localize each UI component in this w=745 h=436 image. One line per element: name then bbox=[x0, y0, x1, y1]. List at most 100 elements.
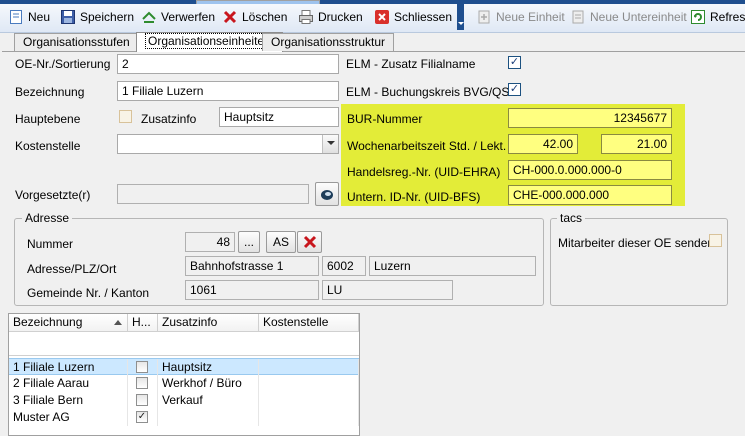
new-unit-icon bbox=[476, 9, 492, 25]
vorgesetzte-input[interactable] bbox=[117, 184, 309, 204]
row-checkbox[interactable]: ✓ bbox=[136, 411, 148, 423]
tab-organisationseinheiten[interactable]: Organisationseinheiten bbox=[136, 32, 283, 52]
table-row[interactable]: Muster AG ✓ bbox=[9, 409, 359, 426]
new-document-icon bbox=[8, 9, 24, 25]
print-label: Drucken bbox=[318, 10, 363, 24]
discard-button[interactable]: Verwerfen bbox=[141, 6, 215, 28]
tab-organisationsstruktur[interactable]: Organisationsstruktur bbox=[262, 33, 395, 51]
chevron-down-icon bbox=[327, 141, 335, 145]
new-label: Neu bbox=[28, 10, 51, 24]
nummer-browse-button[interactable]: ... bbox=[238, 231, 260, 253]
cell-kostenstelle bbox=[259, 392, 359, 409]
delete-x-icon bbox=[222, 9, 238, 25]
new-unit-label: Neue Einheit bbox=[496, 10, 565, 24]
table-row[interactable]: 1 Filiale Luzern Hauptsitz bbox=[9, 358, 359, 376]
close-label: Schliessen bbox=[394, 10, 453, 24]
strasse-input[interactable]: Bahnhofstrasse 1 bbox=[185, 256, 319, 276]
close-button[interactable]: Schliessen bbox=[374, 6, 452, 28]
nummer-input[interactable]: 48 bbox=[185, 232, 235, 252]
ort-input[interactable]: Luzern bbox=[369, 256, 536, 276]
wochen-std-input[interactable]: 42.00 bbox=[508, 134, 578, 154]
tab-label: Organisationsstruktur bbox=[271, 35, 386, 49]
new-unit-button[interactable]: Neue Einheit bbox=[476, 6, 565, 28]
oe-nr-input[interactable]: 2 bbox=[117, 54, 339, 74]
cell-bezeichnung: Muster AG bbox=[9, 409, 128, 426]
cell-zusatzinfo bbox=[158, 409, 259, 426]
cell-zusatzinfo: Werkhof / Büro bbox=[158, 375, 259, 392]
row-checkbox[interactable] bbox=[136, 361, 148, 373]
cell-zusatzinfo: Verkauf bbox=[158, 392, 259, 409]
toolbar-overflow-grip[interactable] bbox=[457, 4, 464, 30]
lookup-eye-icon bbox=[321, 190, 333, 200]
plz-input[interactable]: 6002 bbox=[322, 256, 366, 276]
grid-header-hauptebene[interactable]: H... bbox=[128, 314, 158, 332]
tab-organisationsstufen[interactable]: Organisationsstufen bbox=[14, 33, 139, 51]
adresse-title: Adresse bbox=[22, 211, 73, 225]
tacs-send-checkbox[interactable] bbox=[709, 234, 722, 247]
table-row[interactable]: 3 Filiale Bern Verkauf bbox=[9, 392, 359, 409]
sort-ascending-icon bbox=[114, 320, 122, 325]
tacs-group bbox=[550, 218, 728, 306]
elm-filialname-checkbox[interactable]: ✓ bbox=[508, 56, 521, 69]
grid-header-zusatzinfo[interactable]: Zusatzinfo bbox=[158, 314, 259, 332]
delete-button[interactable]: Löschen bbox=[222, 6, 287, 28]
refresh-button[interactable]: Refresh bbox=[690, 6, 745, 28]
cell-zusatzinfo: Hauptsitz bbox=[158, 359, 259, 376]
save-label: Speichern bbox=[80, 10, 135, 24]
new-button[interactable]: Neu bbox=[8, 6, 50, 28]
kanton-input[interactable]: LU bbox=[322, 280, 453, 300]
toolbar-top-accent bbox=[0, 0, 745, 4]
clear-address-button[interactable] bbox=[297, 231, 322, 253]
header-label: Bezeichnung bbox=[13, 315, 83, 329]
refresh-icon bbox=[690, 9, 706, 25]
tacs-send-label: Mitarbeiter dieser OE senden bbox=[558, 236, 715, 250]
gemeinde-nr-input[interactable]: 1061 bbox=[185, 280, 319, 300]
delete-x-icon bbox=[303, 235, 317, 249]
zusatzinfo-input[interactable]: Hauptsitz bbox=[219, 107, 339, 127]
as-button[interactable]: AS bbox=[266, 231, 296, 253]
vorgesetzte-label: Vorgesetzte(r) bbox=[15, 188, 91, 202]
table-row[interactable]: 2 Filiale Aarau Werkhof / Büro bbox=[9, 375, 359, 392]
wochenarbeitszeit-label: Wochenarbeitszeit Std. / Lekt. bbox=[347, 139, 507, 153]
grid-header-bezeichnung[interactable]: Bezeichnung bbox=[9, 314, 128, 332]
elm-buchungskreis-label: ELM - Buchungskreis BVG/QST bbox=[346, 85, 517, 99]
wochen-lekt-input[interactable]: 21.00 bbox=[601, 134, 672, 154]
cell-kostenstelle bbox=[259, 375, 359, 392]
row-checkbox[interactable] bbox=[136, 394, 148, 406]
vorgesetzte-lookup-button[interactable] bbox=[315, 182, 339, 206]
gemeinde-kanton-label: Gemeinde Nr. / Kanton bbox=[27, 286, 150, 300]
kostenstelle-dropdown-button[interactable] bbox=[322, 135, 338, 153]
cell-hauptebene: ✓ bbox=[128, 409, 158, 426]
new-subunit-button[interactable]: Neue Untereinheit bbox=[570, 6, 687, 28]
bezeichnung-input[interactable]: 1 Filiale Luzern bbox=[117, 81, 339, 101]
row-checkbox[interactable] bbox=[136, 377, 148, 389]
oe-nr-label: OE-Nr./Sortierung bbox=[15, 57, 111, 71]
tacs-title: tacs bbox=[557, 211, 586, 225]
handelsreg-input[interactable]: CH-000.0.000.000-0 bbox=[508, 160, 672, 180]
cell-kostenstelle bbox=[259, 359, 359, 376]
untern-id-input[interactable]: CHE-000.000.000 bbox=[508, 185, 672, 205]
hauptebene-checkbox[interactable] bbox=[119, 110, 132, 123]
refresh-label: Refresh bbox=[710, 10, 745, 24]
close-x-icon bbox=[374, 9, 390, 25]
tab-label: Organisationsstufen bbox=[23, 35, 130, 49]
print-button[interactable]: Drucken bbox=[298, 6, 363, 28]
kostenstelle-select[interactable] bbox=[117, 134, 339, 154]
kostenstelle-label: Kostenstelle bbox=[15, 139, 81, 153]
bur-label: BUR-Nummer bbox=[347, 112, 423, 126]
discard-label: Verwerfen bbox=[161, 10, 216, 24]
new-subunit-label: Neue Untereinheit bbox=[590, 10, 687, 24]
elm-buchungskreis-checkbox[interactable]: ✓ bbox=[508, 83, 521, 96]
zusatzinfo-label: Zusatzinfo bbox=[141, 112, 197, 126]
bur-input[interactable]: 12345677 bbox=[508, 108, 672, 128]
cell-kostenstelle bbox=[259, 409, 359, 426]
bezeichnung-label: Bezeichnung bbox=[15, 85, 85, 99]
printer-icon bbox=[298, 9, 314, 25]
grid-filter-row[interactable] bbox=[9, 332, 359, 356]
cell-bezeichnung: 1 Filiale Luzern bbox=[9, 359, 128, 376]
adresse-plz-ort-label: Adresse/PLZ/Ort bbox=[27, 262, 117, 276]
save-button[interactable]: Speichern bbox=[60, 6, 134, 28]
handelsreg-label: Handelsreg.-Nr. (UID-EHRA) bbox=[347, 165, 501, 179]
elm-filialname-label: ELM - Zusatz Filialname bbox=[346, 57, 476, 71]
grid-header-kostenstelle[interactable]: Kostenstelle bbox=[259, 314, 359, 332]
